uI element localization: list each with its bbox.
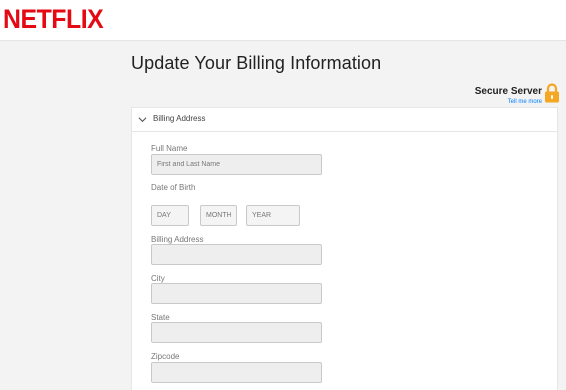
date-of-birth-label: Date of Birth xyxy=(151,183,196,192)
dob-month-input[interactable] xyxy=(200,205,237,226)
billing-panel: Billing Address Full Name Date of Birth … xyxy=(131,107,558,390)
zipcode-input[interactable] xyxy=(151,362,322,383)
dob-year-input[interactable] xyxy=(246,205,300,226)
netflix-logo[interactable]: NETFLIX xyxy=(3,3,104,35)
state-input[interactable] xyxy=(151,322,322,343)
billing-address-label: Billing Address xyxy=(151,235,204,244)
state-label: State xyxy=(151,313,170,322)
city-label: City xyxy=(151,274,165,283)
full-name-label: Full Name xyxy=(151,144,188,153)
full-name-input[interactable] xyxy=(151,154,322,175)
secure-server-badge: Secure Server Tell me more xyxy=(475,86,542,107)
tell-me-more-link[interactable]: Tell me more xyxy=(475,98,542,107)
city-input[interactable] xyxy=(151,283,322,304)
page-title: Update Your Billing Information xyxy=(131,53,382,73)
chevron-down-icon xyxy=(138,117,147,123)
billing-address-input[interactable] xyxy=(151,244,322,265)
secure-server-title: Secure Server xyxy=(474,86,542,97)
dob-day-input[interactable] xyxy=(151,205,189,226)
zipcode-label: Zipcode xyxy=(151,352,180,361)
billing-address-section-header[interactable]: Billing Address xyxy=(132,108,557,132)
top-bar: NETFLIX xyxy=(0,0,566,41)
padlock-icon xyxy=(545,83,559,103)
section-title: Billing Address xyxy=(153,114,206,123)
